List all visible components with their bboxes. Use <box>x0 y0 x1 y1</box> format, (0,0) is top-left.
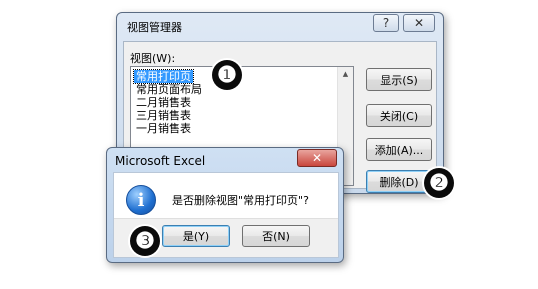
no-button[interactable]: 否(N) <box>242 225 310 247</box>
view-list-item[interactable]: 常用页面布局 <box>134 83 204 96</box>
scroll-up-arrow-icon[interactable]: ▲ <box>338 67 353 81</box>
info-icon: i <box>126 185 156 215</box>
confirm-close-button[interactable]: ✕ <box>297 149 337 167</box>
view-list-item[interactable]: 二月销售表 <box>134 96 193 109</box>
add-button[interactable]: 添加(A)... <box>366 138 432 161</box>
view-manager-title: 视图管理器 <box>127 21 182 34</box>
step-badge-3: ❸ <box>130 226 160 256</box>
yes-button[interactable]: 是(Y) <box>162 225 230 247</box>
help-button[interactable]: ? <box>373 14 399 32</box>
close-icon: ✕ <box>311 151 323 165</box>
view-list-item[interactable]: 一月销售表 <box>134 122 193 135</box>
view-manager-close-button[interactable]: ✕ <box>403 14 435 32</box>
view-list-item[interactable]: 三月销售表 <box>134 109 193 122</box>
close-icon: ✕ <box>413 16 425 30</box>
help-icon: ? <box>382 16 390 30</box>
close-button[interactable]: 关闭(C) <box>366 104 432 127</box>
views-label: 视图(W): <box>130 52 176 65</box>
view-list-item[interactable]: 常用打印页 <box>133 69 194 84</box>
confirm-dialog-title: Microsoft Excel <box>115 154 206 168</box>
confirm-message: 是否删除视图"常用打印页"? <box>172 194 309 207</box>
delete-button[interactable]: 删除(D) <box>366 170 432 193</box>
step-badge-1: ❶ <box>212 60 242 90</box>
show-button[interactable]: 显示(S) <box>366 68 432 91</box>
step-badge-2: ❷ <box>424 168 454 198</box>
